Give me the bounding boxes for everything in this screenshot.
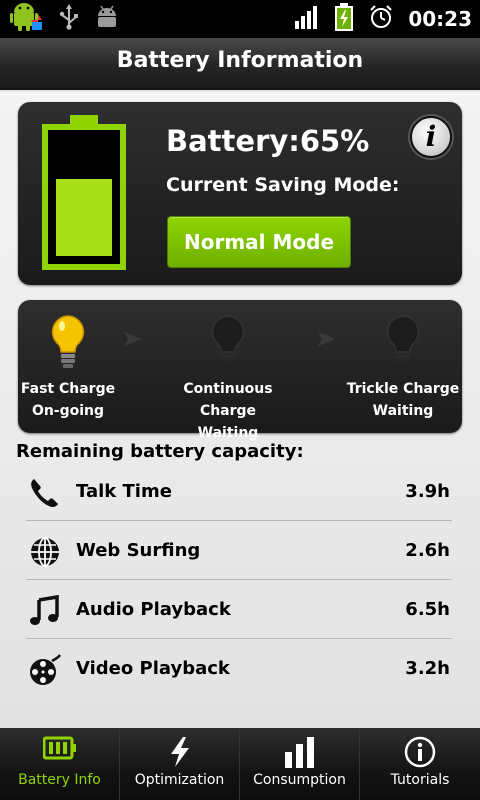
tab-label: Consumption: [253, 772, 346, 788]
music-note-icon: [28, 594, 62, 628]
globe-icon: [28, 535, 62, 569]
tab-label: Tutorials: [390, 772, 450, 788]
main-content: Battery:65% Current Saving Mode: Normal …: [0, 92, 480, 728]
battery-percentage: Battery:65%: [166, 124, 370, 158]
list-item-label: Talk Time: [76, 481, 172, 502]
notification-icons: [10, 2, 120, 36]
tab-battery-info[interactable]: Battery Info: [0, 728, 120, 800]
stage-name: Trickle Charge: [346, 381, 460, 397]
battery-charging-icon: [334, 3, 354, 35]
list-item-web-surfing: Web Surfing 2.6h: [26, 522, 452, 580]
lightning-icon: [168, 736, 192, 768]
list-item-video-playback: Video Playback 3.2h: [26, 640, 452, 698]
saving-mode-button[interactable]: Normal Mode: [167, 216, 351, 268]
charge-stage-label: Trickle Charge Waiting: [344, 378, 462, 422]
list-item-label: Audio Playback: [76, 599, 231, 620]
remaining-capacity-title: Remaining battery capacity:: [16, 441, 304, 462]
system-icons: 00:23: [294, 0, 472, 38]
battery-gauge-fill: [56, 179, 112, 256]
page-title: Battery Information: [116, 48, 364, 73]
list-item-audio-playback: Audio Playback 6.5h: [26, 581, 452, 639]
android-robot-icon: [10, 2, 44, 36]
lightbulb-off-icon: [384, 314, 422, 374]
charge-stages-card: Fast Charge On-going Continuous Charge W…: [18, 300, 462, 441]
info-button[interactable]: i: [410, 116, 452, 158]
saving-mode-label: Current Saving Mode:: [166, 174, 400, 196]
charge-stage-label: Fast Charge On-going: [18, 378, 118, 422]
battery-gauge: [42, 124, 126, 270]
lightbulb-on-icon: [49, 314, 87, 374]
usb-icon: [58, 4, 80, 34]
signal-strength-icon: [294, 5, 320, 33]
phone-icon: [28, 476, 62, 510]
list-item-label: Video Playback: [76, 658, 230, 679]
list-item-value: 3.2h: [405, 658, 450, 679]
arrow-right-icon: [316, 328, 338, 354]
tab-label: Optimization: [134, 772, 225, 788]
tab-optimization[interactable]: Optimization: [120, 728, 240, 800]
arrow-right-icon: [122, 328, 144, 354]
list-item-label: Web Surfing: [76, 540, 201, 561]
tab-consumption[interactable]: Consumption: [240, 728, 360, 800]
info-icon: i: [425, 120, 437, 153]
battery-icon: [42, 736, 77, 768]
list-item-value: 6.5h: [405, 599, 450, 620]
android-debug-icon: [94, 4, 120, 34]
alarm-clock-icon: [368, 4, 394, 34]
stage-status: Waiting: [372, 403, 434, 419]
charge-stage-label: Continuous Charge Waiting: [154, 378, 302, 444]
bar-chart-icon: [283, 736, 317, 768]
stage-name: Continuous Charge: [183, 381, 273, 419]
stage-name: Fast Charge: [20, 381, 116, 397]
title-bar: Battery Information: [0, 38, 480, 90]
list-item-value: 2.6h: [405, 540, 450, 561]
tab-label: Battery Info: [18, 772, 101, 788]
list-item-value: 3.9h: [405, 481, 450, 502]
battery-status-card: Battery:65% Current Saving Mode: Normal …: [18, 102, 462, 285]
stage-status: On-going: [31, 403, 105, 419]
info-icon: [404, 736, 436, 768]
tab-tutorials[interactable]: Tutorials: [360, 728, 480, 800]
bottom-nav: Battery Info Optimization Consumption Tu…: [0, 728, 480, 800]
list-item-talk-time: Talk Time 3.9h: [26, 463, 452, 521]
lightbulb-off-icon: [209, 314, 247, 374]
clock-time: 00:23: [408, 7, 472, 31]
film-reel-icon: [28, 653, 62, 687]
status-bar: 00:23: [0, 0, 480, 38]
